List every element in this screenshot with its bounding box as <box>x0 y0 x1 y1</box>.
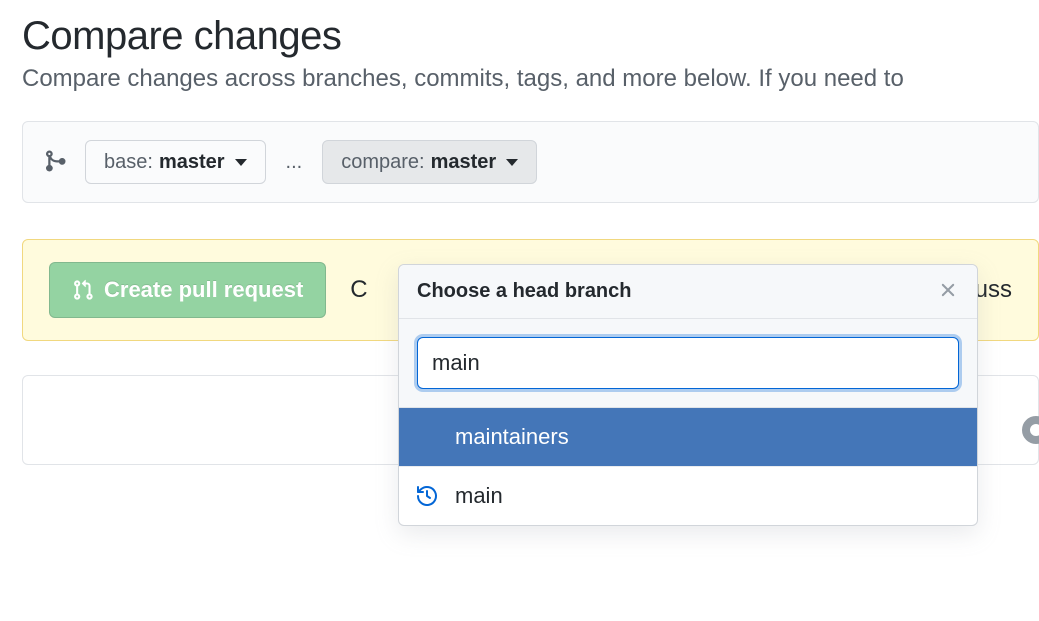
compare-branch-button[interactable]: compare: master <box>322 140 537 184</box>
branch-option-maintainers[interactable]: maintainers <box>399 408 977 466</box>
base-label: base: <box>104 150 153 174</box>
branch-search-input[interactable] <box>417 337 959 389</box>
compare-branch-name: master <box>431 150 497 174</box>
base-branch-name: master <box>159 150 225 174</box>
page-title: Compare changes <box>22 14 1039 59</box>
triangle-down-icon <box>235 159 247 166</box>
branch-option-main[interactable]: main <box>399 466 977 525</box>
flash-message-suffix: uss <box>975 276 1012 304</box>
dropdown-header: Choose a head branch <box>399 265 977 319</box>
dropdown-search-wrap <box>399 319 977 408</box>
flash-message-prefix: C <box>350 276 367 304</box>
base-branch-button[interactable]: base: master <box>85 140 266 184</box>
triangle-down-icon <box>506 159 518 166</box>
range-editor: base: master ... compare: master <box>22 121 1039 203</box>
close-icon[interactable] <box>937 279 959 304</box>
head-branch-dropdown: Choose a head branch maintainers main <box>398 264 978 526</box>
compare-label: compare: <box>341 150 424 174</box>
history-icon <box>415 484 439 508</box>
git-compare-icon <box>43 149 67 176</box>
create-pr-label: Create pull request <box>104 277 303 303</box>
branch-option-label: maintainers <box>455 424 569 450</box>
create-pull-request-button[interactable]: Create pull request <box>49 262 326 318</box>
git-pull-request-icon <box>72 279 94 301</box>
branch-option-label: main <box>455 483 503 509</box>
range-separator: ... <box>284 151 305 174</box>
dropdown-title: Choose a head branch <box>417 280 632 303</box>
commit-marker-icon <box>1022 416 1039 444</box>
page-subtitle: Compare changes across branches, commits… <box>22 65 1039 93</box>
